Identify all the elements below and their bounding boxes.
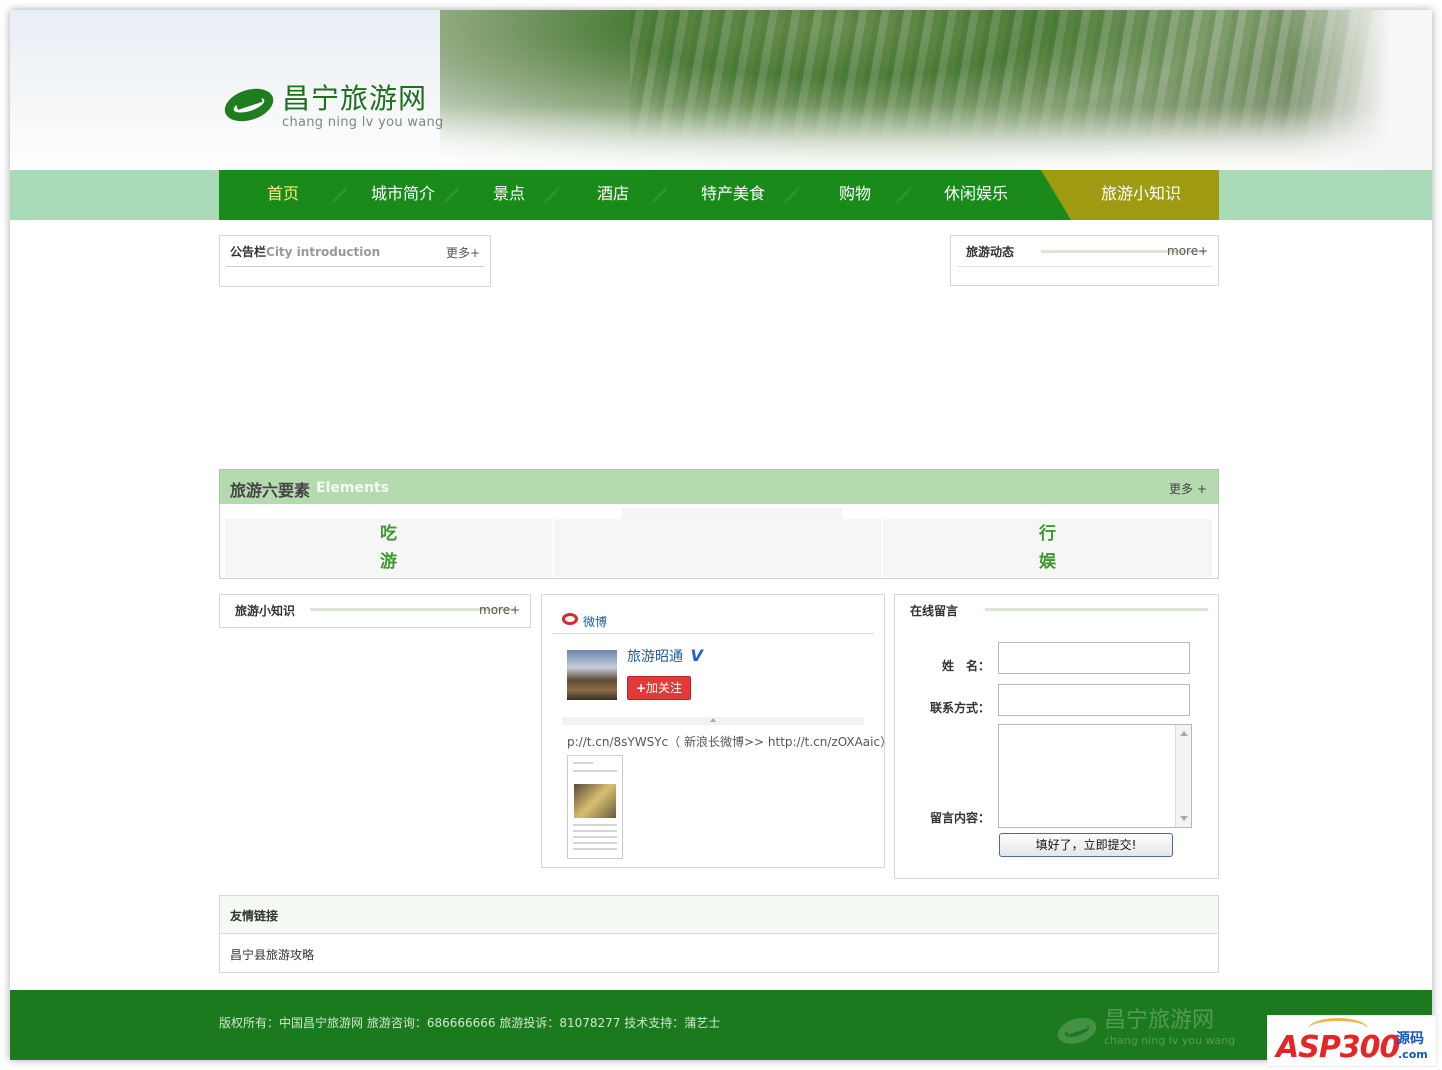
content-textarea[interactable] — [998, 724, 1192, 828]
friend-links-header — [220, 896, 1218, 934]
collapse-bar[interactable] — [562, 717, 864, 725]
element-eat[interactable]: 吃 — [225, 519, 552, 544]
nav-bar: 首页 城市简介 景点 酒店 特产美食 购物 休闲娱乐 旅游小知识 — [10, 170, 1432, 220]
scroll-down-icon[interactable] — [1180, 816, 1188, 821]
page-frame: 昌宁旅游网 chang ning lv you wang 首页 城市简介 景点 … — [10, 10, 1432, 1060]
footer-logo-icon — [1054, 1012, 1100, 1049]
footer-logo-title: 昌宁旅游网 — [1104, 1008, 1215, 1033]
asp300-watermark: ASP300 源码 .com — [1267, 1015, 1437, 1067]
follow-button[interactable]: +加关注 — [627, 676, 691, 700]
weibo-name-text[interactable]: 旅游昭通 — [627, 649, 683, 665]
elements-header: 旅游六要素 Elements 更多 + — [219, 469, 1219, 505]
tips-title: 旅游小知识 — [235, 604, 296, 618]
element-travel[interactable]: 行 — [883, 519, 1212, 544]
watermark-brand: ASP300 — [1276, 1030, 1400, 1065]
notice-title-cn: 公告栏 — [230, 245, 267, 259]
divider — [226, 266, 484, 267]
verified-icon: V — [690, 646, 703, 665]
content-label: 留言内容： — [929, 811, 990, 825]
logo-icon — [220, 82, 278, 127]
contact-label: 联系方式： — [929, 701, 990, 715]
friend-links-title: 友情链接 — [230, 909, 279, 923]
elements-tab-shade — [622, 508, 842, 519]
message-title: 在线留言 — [910, 604, 959, 618]
chevron-up-icon — [710, 718, 716, 722]
weibo-avatar[interactable] — [567, 650, 617, 700]
follow-label: 加关注 — [646, 681, 683, 695]
footer-logo-subtitle: chang ning lv you wang — [1104, 1034, 1236, 1047]
nav-home[interactable]: 首页 — [219, 170, 347, 220]
element-cell-left: 吃 游 — [225, 519, 553, 577]
footer-copyright: 版权所有：中国昌宁旅游网 旅游咨询：686666666 旅游投诉：8107827… — [219, 1016, 721, 1030]
tips-panel: 旅游小知识 more+ — [219, 594, 531, 628]
message-panel: 在线留言 姓 名： 联系方式： 留言内容： 填好了，立即提交! — [894, 594, 1219, 879]
news-title: 旅游动态 — [966, 245, 1015, 259]
divider — [957, 266, 1212, 267]
elements-body: 吃 游 行 娱 — [219, 504, 1219, 579]
news-panel: 旅游动态 more+ — [950, 235, 1219, 286]
weibo-icon — [562, 613, 578, 625]
watermark-domain: .com — [1398, 1048, 1428, 1061]
notice-more-link[interactable]: 更多+ — [446, 244, 480, 261]
notice-title: 公告栏City introduction — [230, 243, 380, 260]
plus-icon: + — [635, 681, 647, 695]
element-entertainment[interactable]: 娱 — [883, 547, 1212, 572]
weibo-panel: 微博 旅游昭通 V +加关注 p://t.cn/8sYWSYc（ 新浪长微博>>… — [541, 594, 892, 868]
site-logo[interactable]: 昌宁旅游网 chang ning lv you wang — [220, 82, 444, 130]
nav-food[interactable]: 特产美食 — [667, 170, 799, 220]
elements-more-link[interactable]: 更多 + — [1169, 480, 1207, 497]
watermark-suffix: 源码 — [1396, 1031, 1424, 1047]
notice-panel: 公告栏City introduction 更多+ — [219, 235, 491, 287]
footer: 版权所有：中国昌宁旅游网 旅游咨询：686666666 旅游投诉：8107827… — [10, 990, 1432, 1060]
logo-title: 昌宁旅游网 — [282, 82, 428, 115]
textarea-scrollbar[interactable] — [1175, 725, 1191, 827]
weibo-label[interactable]: 微博 — [583, 613, 607, 630]
nav-travel-tips[interactable]: 旅游小知识 — [1041, 170, 1219, 220]
friend-links-panel: 友情链接 昌宁县旅游攻略 — [219, 895, 1219, 973]
nav-city-intro[interactable]: 城市简介 — [347, 170, 459, 220]
submit-button[interactable]: 填好了，立即提交! — [999, 833, 1173, 857]
nav-scenic[interactable]: 景点 — [459, 170, 559, 220]
tips-more-link[interactable]: more+ — [479, 603, 520, 617]
elements-title: 旅游六要素 — [230, 481, 311, 500]
notice-title-en: City introduction — [266, 245, 381, 259]
weibo-post-image[interactable] — [567, 755, 623, 859]
scroll-up-icon[interactable] — [1180, 731, 1188, 736]
divider — [552, 633, 874, 634]
name-label: 姓 名： — [941, 659, 990, 673]
news-more-link[interactable]: more+ — [1167, 244, 1208, 258]
weibo-account-name[interactable]: 旅游昭通 V — [627, 646, 703, 666]
title-line — [985, 608, 1208, 611]
element-tour[interactable]: 游 — [225, 547, 552, 572]
header-banner: 昌宁旅游网 chang ning lv you wang — [10, 10, 1432, 170]
element-cell-middle — [554, 519, 882, 577]
nav-leisure[interactable]: 休闲娱乐 — [911, 170, 1041, 220]
friend-link-item[interactable]: 昌宁县旅游攻略 — [230, 946, 314, 963]
logo-subtitle: chang ning lv you wang — [282, 115, 444, 130]
elements-title-en: Elements — [316, 480, 389, 496]
nav-shopping[interactable]: 购物 — [799, 170, 911, 220]
name-input[interactable] — [998, 642, 1190, 674]
nav-hotel[interactable]: 酒店 — [559, 170, 667, 220]
mountain-fade — [1290, 10, 1432, 170]
main-nav: 首页 城市简介 景点 酒店 特产美食 购物 休闲娱乐 旅游小知识 — [219, 170, 1219, 220]
weibo-post-text[interactable]: p://t.cn/8sYWSYc（ 新浪长微博>> http://t.cn/zO… — [567, 733, 892, 750]
element-cell-right: 行 娱 — [883, 519, 1213, 577]
footer-logo[interactable]: 昌宁旅游网 chang ning lv you wang — [1050, 1008, 1235, 1052]
contact-input[interactable] — [998, 684, 1190, 716]
